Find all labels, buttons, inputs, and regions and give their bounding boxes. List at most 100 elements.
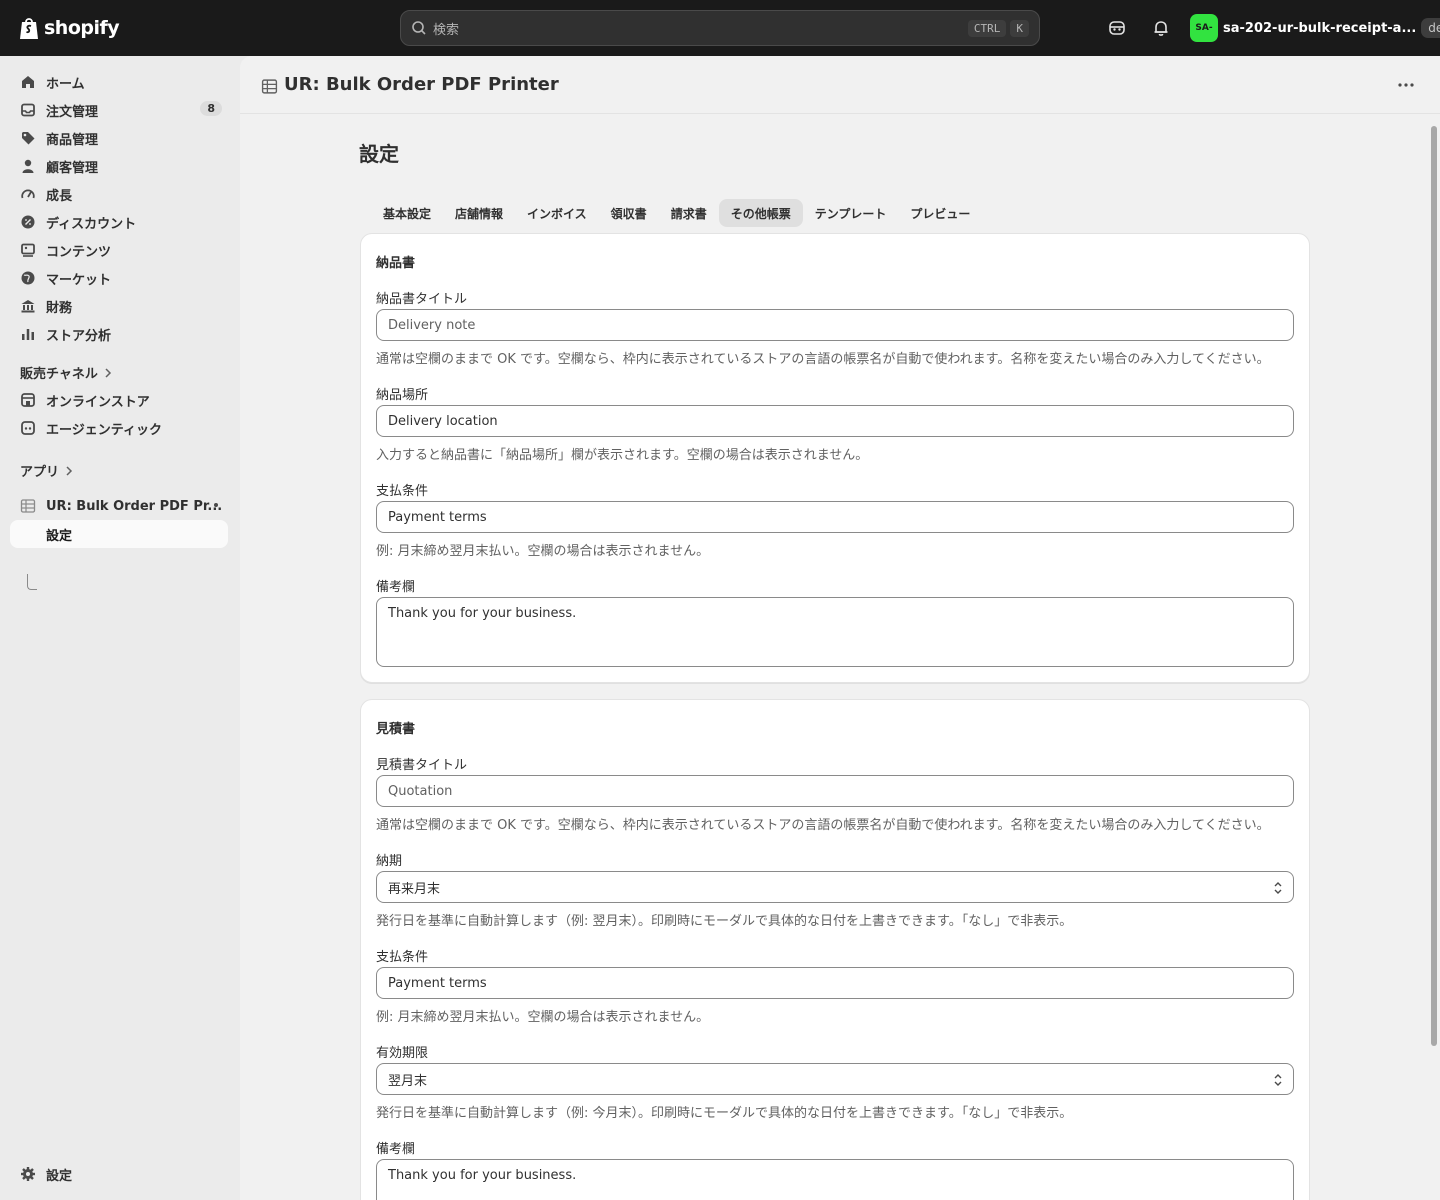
sidebar-item-growth[interactable]: 成長 [10, 180, 228, 208]
sidebar: ホーム 注文管理 8 商品管理 顧客管理 成長 ディスカウント コンテンツ マー… [0, 56, 240, 1200]
app-header: UR: Bulk Order PDF Printer [240, 56, 1440, 114]
app-table-icon [20, 499, 36, 513]
field-label: 納期 [376, 854, 403, 869]
sidebar-item-label: 財務 [46, 300, 73, 316]
pin-dot-icon [214, 503, 218, 507]
sidebar-item-customers[interactable]: 顧客管理 [10, 152, 228, 180]
help-text: 例: 月末締め翌月末払い。空欄の場合は表示されません。 [376, 1010, 710, 1025]
tab-template[interactable]: テンプレート [803, 199, 899, 227]
select-value: 再来月末 [388, 881, 441, 897]
sidebar-item-orders[interactable]: 注文管理 8 [10, 96, 228, 124]
sidebar-item-markets[interactable]: マーケット [10, 264, 228, 292]
sidebar-item-discounts[interactable]: ディスカウント [10, 208, 228, 236]
agent-icon [21, 421, 35, 435]
sidekick-icon[interactable] [1107, 18, 1127, 38]
sidebar-item-online-store[interactable]: オンラインストア [10, 386, 228, 414]
bell-icon[interactable] [1151, 18, 1171, 38]
sidebar-item-finance[interactable]: 財務 [10, 292, 228, 320]
delivery-remarks-textarea[interactable]: Thank you for your business. [376, 597, 1294, 667]
store-menu-button[interactable]: SA- sa-202-ur-bulk-receipt-a... dev [1190, 12, 1440, 44]
validity-select[interactable]: 翌月末 [376, 1063, 1294, 1095]
tree-connector [27, 574, 37, 590]
delivery-location-input[interactable]: Delivery location [376, 405, 1294, 437]
scrollbar-thumb[interactable] [1431, 126, 1437, 1046]
gauge-icon [21, 189, 35, 199]
sidebar-item-label: 設定 [46, 528, 73, 544]
search-input[interactable]: 検索 [433, 19, 964, 38]
shortcut-key-k: K [1010, 19, 1029, 37]
top-bar: shopify 検索 CTRL K SA- sa-202-ur-bulk-rec… [0, 0, 1440, 56]
shopify-bag-icon [20, 18, 38, 39]
chevron-right-icon [105, 367, 111, 378]
tab-basic[interactable]: 基本設定 [371, 199, 443, 227]
delivery-title-input[interactable]: Delivery note [376, 309, 1294, 341]
tab-preview[interactable]: プレビュー [898, 199, 982, 227]
sales-channels-heading[interactable]: 販売チャネル [20, 363, 112, 382]
card-title: 納品書 [376, 256, 416, 271]
sales-channels-label: 販売チャネル [20, 367, 98, 382]
select-value: 翌月末 [388, 1073, 428, 1089]
sidebar-item-app[interactable]: UR: Bulk Order PDF Pr... [10, 492, 228, 520]
orders-count-badge: 8 [200, 101, 222, 116]
delivery-note-card: 納品書 納品書タイトル Delivery note 通常は空欄のままで OK で… [360, 233, 1310, 683]
discount-icon [21, 215, 35, 229]
sidebar-item-agentic[interactable]: エージェンティック [10, 414, 228, 442]
sidebar-item-home[interactable]: ホーム [10, 68, 228, 96]
bank-icon [21, 300, 35, 313]
quotation-payment-terms-input[interactable]: Payment terms [376, 967, 1294, 999]
select-arrows-icon [1274, 1074, 1282, 1086]
settings-tabs: 基本設定 店舗情報 インボイス 領収書 請求書 その他帳票 テンプレート プレビ… [371, 199, 982, 227]
logo-text: shopify [44, 17, 120, 39]
more-actions-icon[interactable] [1396, 77, 1416, 93]
field-label: 見積書タイトル [376, 758, 468, 773]
sidebar-item-label: オンラインストア [46, 394, 150, 410]
sidebar-item-settings[interactable]: 設定 [10, 1160, 228, 1188]
field-label: 備考欄 [376, 580, 416, 595]
apps-label: アプリ [20, 465, 60, 480]
sidebar-item-label: マーケット [46, 272, 112, 288]
sidebar-item-label: コンテンツ [46, 244, 112, 260]
delivery-date-select[interactable]: 再来月末 [376, 871, 1294, 903]
sidebar-item-label: エージェンティック [46, 422, 162, 438]
apps-heading[interactable]: アプリ [20, 461, 73, 480]
sidebar-item-analytics[interactable]: ストア分析 [10, 320, 228, 348]
field-label: 納品書タイトル [376, 292, 468, 307]
tab-store-info[interactable]: 店舗情報 [443, 199, 515, 227]
help-text: 発行日を基準に自動計算します（例: 今月末）。印刷時にモーダルで具体的な日付を上… [376, 1106, 1073, 1121]
quotation-title-input[interactable]: Quotation [376, 775, 1294, 807]
help-text: 例: 月末締め翌月末払い。空欄の場合は表示されません。 [376, 544, 710, 559]
main-panel: UR: Bulk Order PDF Printer 設定 基本設定 店舗情報 … [240, 56, 1440, 1200]
tab-bill[interactable]: 請求書 [659, 199, 719, 227]
sidebar-item-label: 成長 [46, 188, 73, 204]
shopify-logo[interactable]: shopify [18, 14, 120, 42]
sidebar-item-label: 商品管理 [46, 132, 99, 148]
app-table-icon [261, 79, 278, 94]
tab-receipt[interactable]: 領収書 [599, 199, 659, 227]
field-label: 支払条件 [376, 484, 429, 499]
sidebar-item-label: 注文管理 [46, 104, 99, 120]
sidebar-item-products[interactable]: 商品管理 [10, 124, 228, 152]
search-bar[interactable]: 検索 CTRL K [400, 10, 1040, 46]
tab-invoice[interactable]: インボイス [515, 199, 599, 227]
sidebar-item-app-settings[interactable]: 設定 [10, 520, 228, 548]
field-label: 納品場所 [376, 388, 429, 403]
field-label: 備考欄 [376, 1142, 416, 1157]
quotation-card: 見積書 見積書タイトル Quotation 通常は空欄のままで OK です。空欄… [360, 699, 1310, 1200]
sidebar-item-label: 設定 [46, 1168, 73, 1184]
shortcut-key-ctrl: CTRL [967, 19, 1007, 37]
tag-icon [22, 132, 35, 145]
app-title: UR: Bulk Order PDF Printer [284, 74, 559, 95]
tab-other-documents[interactable]: その他帳票 [718, 199, 803, 227]
gear-icon [21, 1167, 35, 1181]
sidebar-item-label: ディスカウント [46, 216, 137, 232]
chevron-right-icon [66, 465, 73, 476]
home-icon [22, 76, 34, 88]
quotation-remarks-textarea[interactable]: Thank you for your business. [376, 1159, 1294, 1200]
sidebar-item-content[interactable]: コンテンツ [10, 236, 228, 264]
sidebar-item-label: ストア分析 [46, 328, 112, 344]
select-arrows-icon [1274, 882, 1282, 894]
dev-badge: dev [1421, 18, 1440, 38]
store-icon [21, 393, 35, 407]
sidebar-item-label: 顧客管理 [46, 160, 99, 176]
delivery-payment-terms-input[interactable]: Payment terms [376, 501, 1294, 533]
